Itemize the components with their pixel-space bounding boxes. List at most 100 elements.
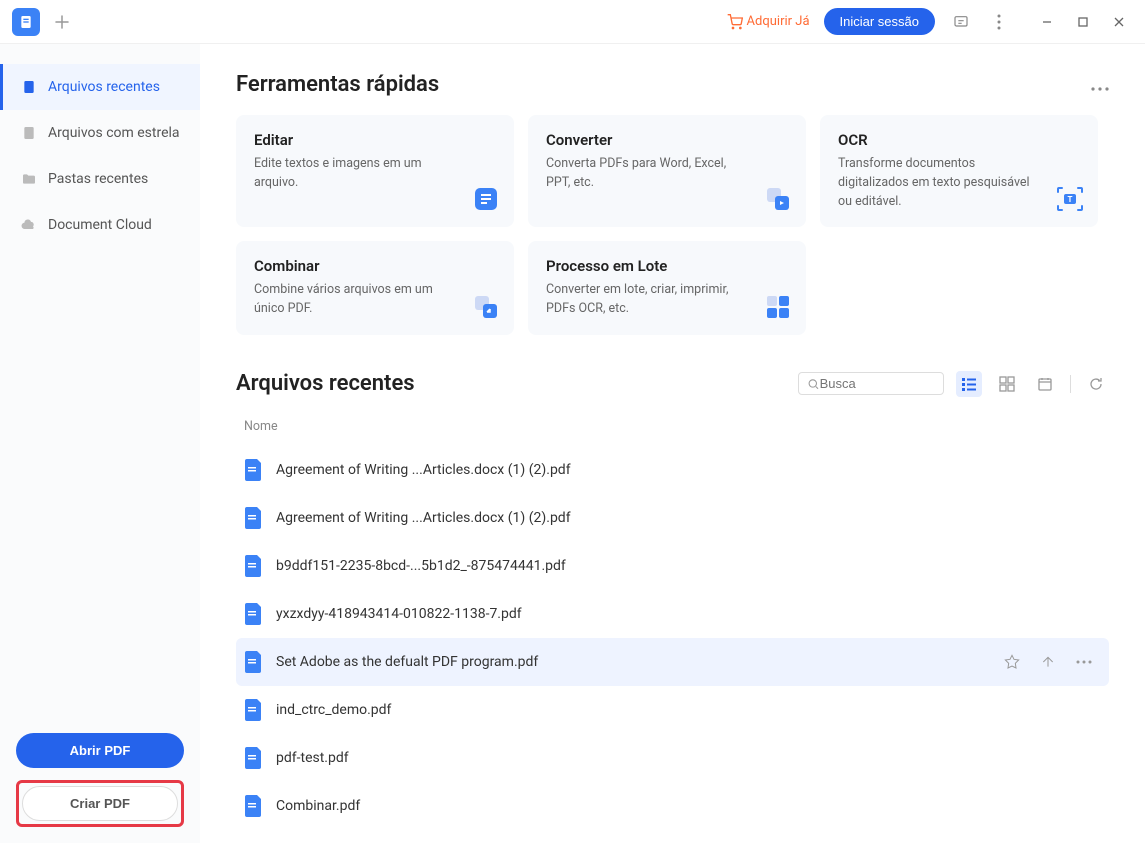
tool-card-desc: Transforme documentos digitalizados em t… (838, 155, 1080, 211)
titlebar-left (12, 8, 76, 36)
pdf-file-icon (244, 794, 264, 818)
new-tab-button[interactable] (48, 8, 76, 36)
pdf-file-icon (244, 746, 264, 770)
search-input[interactable] (820, 376, 935, 391)
create-pdf-button[interactable]: Criar PDF (22, 786, 178, 821)
file-list-name-header: Nome (236, 413, 1109, 446)
recent-files-header: Arquivos recentes (236, 371, 1109, 397)
quick-tools-title: Ferramentas rápidas (236, 72, 439, 97)
tool-card-title: OCR (838, 131, 1080, 149)
file-name: Agreement of Writing ...Articles.docx (1… (276, 462, 1101, 478)
file-row[interactable]: ind_ctrc_demo.pdf (236, 686, 1109, 734)
grid-view-button[interactable] (994, 371, 1020, 397)
sidebar-item-label: Arquivos com estrela (48, 125, 180, 141)
tool-card-batch[interactable]: Processo em Lote Converter em lote, cria… (528, 241, 806, 335)
pdf-file-icon (244, 698, 264, 722)
create-pdf-highlight: Criar PDF (16, 780, 184, 827)
folder-icon (20, 170, 38, 188)
sidebar-item-recent-files[interactable]: Arquivos recentes (0, 64, 200, 110)
star-file-button[interactable] (1003, 653, 1021, 671)
file-list: Agreement of Writing ...Articles.docx (1… (236, 446, 1109, 830)
file-row[interactable]: pdf-test.pdf (236, 734, 1109, 782)
pdf-file-icon (244, 554, 264, 578)
file-row[interactable]: Agreement of Writing ...Articles.docx (1… (236, 446, 1109, 494)
sidebar-item-recent-folders[interactable]: Pastas recentes (0, 156, 200, 202)
star-icon (20, 124, 38, 142)
window-controls (1033, 8, 1133, 36)
menu-dots-icon[interactable] (987, 10, 1011, 34)
app-logo[interactable] (12, 8, 40, 36)
divider (1070, 375, 1071, 393)
recent-files-controls (798, 371, 1109, 397)
tool-card-desc: Combine vários arquivos em um único PDF. (254, 281, 496, 319)
file-name: b9ddf151-2235-8bcd-...5b1d2_-875474441.p… (276, 558, 1101, 574)
tool-card-title: Converter (546, 131, 788, 149)
minimize-button[interactable] (1033, 8, 1061, 36)
search-box[interactable] (798, 372, 944, 395)
tool-card-title: Processo em Lote (546, 257, 788, 275)
tool-card-convert[interactable]: Converter Converta PDFs para Word, Excel… (528, 115, 806, 227)
file-name: ind_ctrc_demo.pdf (276, 702, 1101, 718)
file-name: Combinar.pdf (276, 798, 1101, 814)
file-row[interactable]: yxzxdyy-418943414-010822-1138-7.pdf (236, 590, 1109, 638)
pdf-file-icon (244, 602, 264, 626)
tool-card-desc: Converter em lote, criar, imprimir, PDFs… (546, 281, 788, 319)
file-name: pdf-test.pdf (276, 750, 1101, 766)
open-pdf-button[interactable]: Abrir PDF (16, 733, 184, 768)
batch-icon (764, 293, 792, 321)
tool-card-ocr[interactable]: OCR Transforme documentos digitalizados … (820, 115, 1098, 227)
file-name: yxzxdyy-418943414-010822-1138-7.pdf (276, 606, 1101, 622)
sidebar-item-label: Arquivos recentes (48, 79, 160, 95)
cart-icon (727, 14, 743, 30)
sidebar-item-label: Document Cloud (48, 217, 152, 233)
tool-card-desc: Converta PDFs para Word, Excel, PPT, etc… (546, 155, 788, 193)
file-actions (1003, 653, 1093, 671)
content: Ferramentas rápidas Editar Edite textos … (200, 44, 1145, 843)
sidebar-item-label: Pastas recentes (48, 171, 148, 187)
pdf-file-icon (244, 650, 264, 674)
ocr-icon: T (1056, 185, 1084, 213)
search-icon (807, 377, 820, 391)
file-row[interactable]: Set Adobe as the defualt PDF program.pdf (236, 638, 1109, 686)
more-file-button[interactable] (1075, 653, 1093, 671)
file-row[interactable]: b9ddf151-2235-8bcd-...5b1d2_-875474441.p… (236, 542, 1109, 590)
pin-file-button[interactable] (1039, 653, 1057, 671)
maximize-button[interactable] (1069, 8, 1097, 36)
recent-files-title: Arquivos recentes (236, 371, 415, 396)
tool-cards: Editar Edite textos e imagens em um arqu… (236, 115, 1109, 335)
acquire-label: Adquirir Já (747, 14, 810, 29)
cloud-icon (20, 216, 38, 234)
edit-icon (472, 185, 500, 213)
list-view-button[interactable] (956, 371, 982, 397)
quick-tools-header: Ferramentas rápidas (236, 72, 1109, 97)
file-name: Agreement of Writing ...Articles.docx (1… (276, 510, 1101, 526)
feedback-icon[interactable] (949, 10, 973, 34)
login-button[interactable]: Iniciar sessão (824, 8, 935, 35)
tool-card-title: Editar (254, 131, 496, 149)
sidebar-bottom: Abrir PDF Criar PDF (0, 717, 200, 843)
sidebar-item-cloud[interactable]: Document Cloud (0, 202, 200, 248)
tool-card-title: Combinar (254, 257, 496, 275)
close-button[interactable] (1105, 8, 1133, 36)
tool-card-desc: Edite textos e imagens em um arquivo. (254, 155, 496, 193)
convert-icon (764, 185, 792, 213)
titlebar-right: Adquirir Já Iniciar sessão (727, 8, 1133, 36)
calendar-view-button[interactable] (1032, 371, 1058, 397)
sidebar-item-starred[interactable]: Arquivos com estrela (0, 110, 200, 156)
file-icon (20, 78, 38, 96)
file-name: Set Adobe as the defualt PDF program.pdf (276, 654, 1003, 670)
combine-icon (472, 293, 500, 321)
acquire-link[interactable]: Adquirir Já (727, 14, 810, 30)
refresh-button[interactable] (1083, 371, 1109, 397)
sidebar: Arquivos recentes Arquivos com estrela P… (0, 44, 200, 843)
pdf-file-icon (244, 506, 264, 530)
titlebar: Adquirir Já Iniciar sessão (0, 0, 1145, 44)
more-tools-icon[interactable] (1091, 72, 1109, 97)
pdf-file-icon (244, 458, 264, 482)
tool-card-combine[interactable]: Combinar Combine vários arquivos em um ú… (236, 241, 514, 335)
main-area: Arquivos recentes Arquivos com estrela P… (0, 44, 1145, 843)
file-row[interactable]: Combinar.pdf (236, 782, 1109, 830)
tool-card-edit[interactable]: Editar Edite textos e imagens em um arqu… (236, 115, 514, 227)
file-row[interactable]: Agreement of Writing ...Articles.docx (1… (236, 494, 1109, 542)
svg-text:T: T (1068, 195, 1073, 204)
